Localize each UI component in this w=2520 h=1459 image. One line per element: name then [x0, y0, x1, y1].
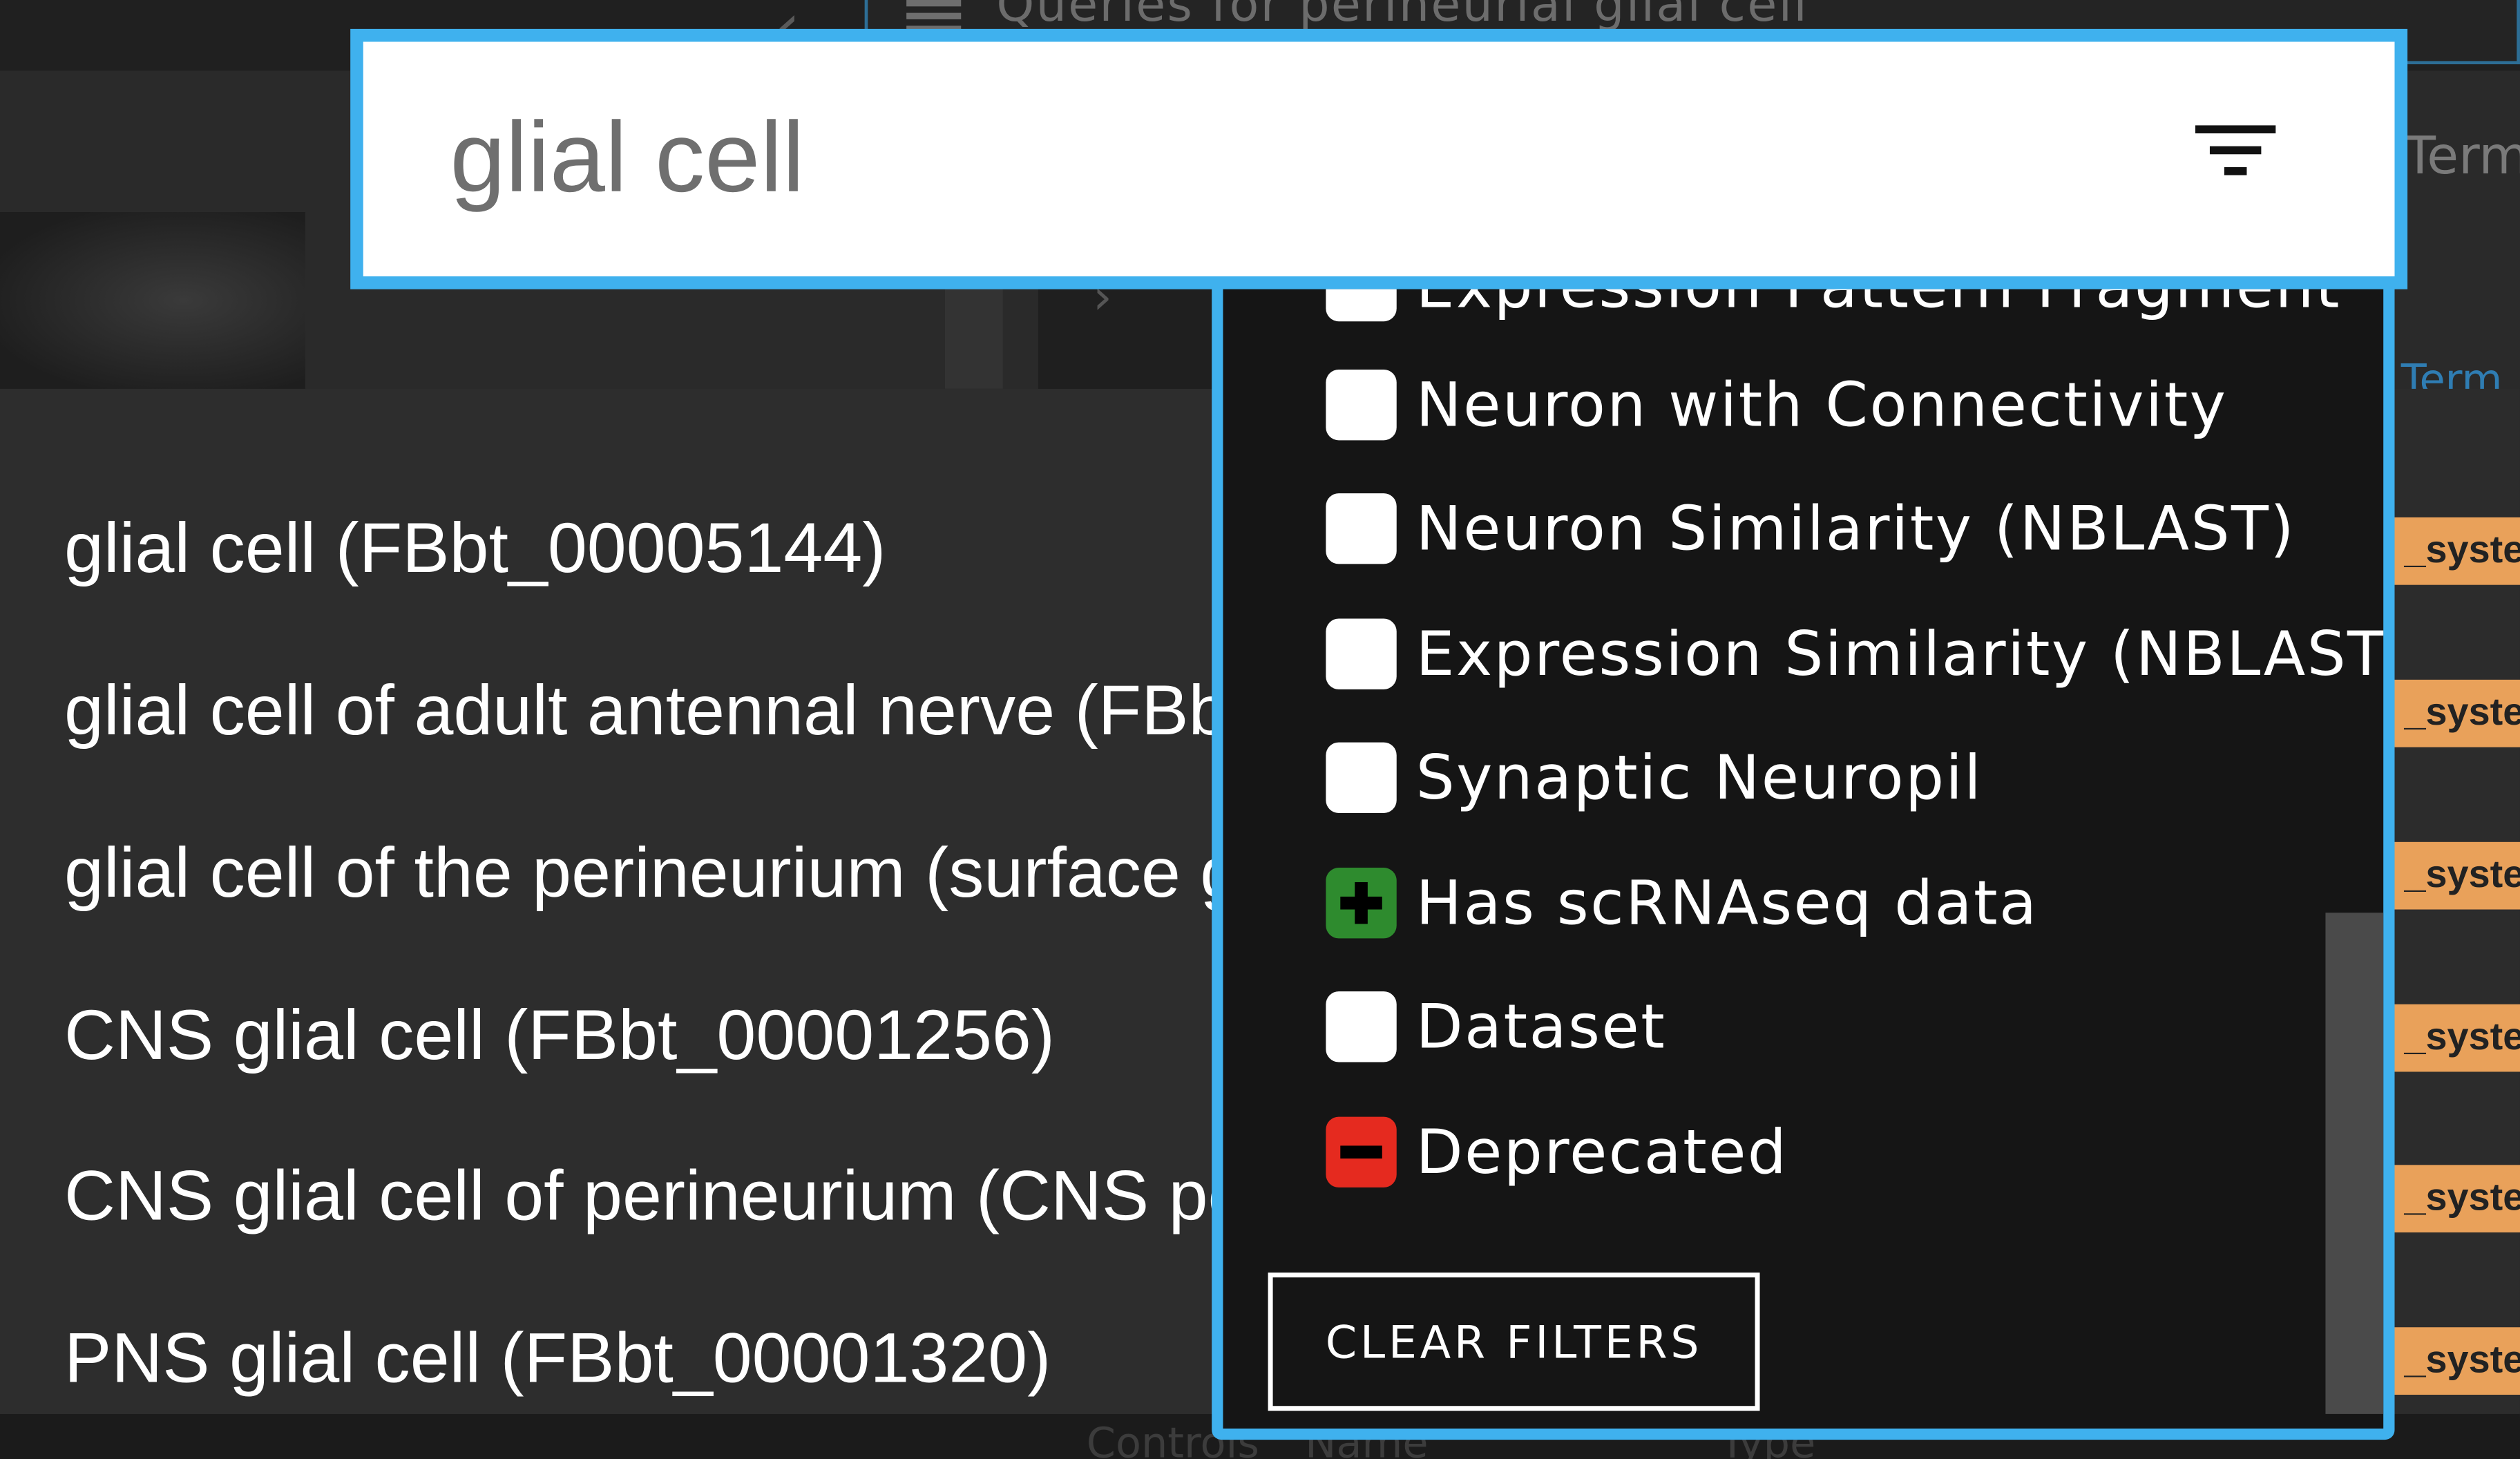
term-info-header: Term Info — [2404, 125, 2520, 187]
filter-option-label: Has scRNAseq data — [1415, 868, 2039, 939]
filter-option-label: Dataset — [1415, 991, 1667, 1062]
filter-option-expression-similarity[interactable]: Expression Similarity (NBLAST) — [1326, 618, 2383, 699]
filter-icon[interactable] — [2195, 125, 2292, 202]
search-field-container — [363, 41, 2395, 277]
status-badge: _system — [2394, 1165, 2520, 1233]
filter-dropdown: Expression Pattern Fragment Neuron with … — [1212, 283, 2395, 1440]
status-badge: _system — [2394, 841, 2520, 910]
filter-option-label: Expression Pattern Fragment — [1415, 283, 2341, 322]
list-item[interactable]: CNS glial cell (FBbt_00001256) — [64, 991, 1055, 1081]
filter-option-neuron-with-connectivity[interactable]: Neuron with Connectivity — [1326, 369, 2354, 450]
list-item[interactable]: glial cell of adult antennal nerve (FBbt… — [64, 667, 1221, 756]
plus-icon[interactable] — [1326, 868, 1397, 939]
filter-option-synaptic-neuropil[interactable]: Synaptic Neuropil — [1326, 742, 2354, 823]
checkbox[interactable] — [1326, 742, 1397, 813]
status-badge: _system — [2394, 1327, 2520, 1395]
search-box — [350, 28, 2408, 289]
filter-option-label: Neuron Similarity (NBLAST) — [1415, 493, 2296, 564]
checkbox[interactable] — [1326, 493, 1397, 564]
clear-filters-button[interactable]: CLEAR FILTERS — [1268, 1272, 1760, 1411]
search-results-list: glial cell (FBbt_00005144) glial cell of… — [0, 388, 1222, 1414]
filter-option-dataset[interactable]: Dataset — [1326, 991, 2354, 1071]
status-badge: _system — [2394, 679, 2520, 747]
search-input[interactable] — [446, 77, 2054, 238]
status-badge: _system — [2394, 1004, 2520, 1072]
list-item[interactable]: glial cell (FBbt_00005144) — [64, 504, 886, 594]
filter-option-deprecated[interactable]: Deprecated — [1326, 1116, 2354, 1197]
list-item[interactable]: PNS glial cell (FBbt_00001320) — [64, 1315, 1051, 1404]
panel-divider — [944, 289, 1003, 389]
minus-icon[interactable] — [1326, 1116, 1397, 1188]
filter-option-expression-pattern-fragment[interactable]: Expression Pattern Fragment — [1326, 283, 2354, 331]
filter-option-label: Neuron with Connectivity — [1415, 369, 2228, 441]
panel-header — [1038, 289, 1232, 389]
checkbox[interactable] — [1326, 618, 1397, 689]
filter-option-label: Deprecated — [1415, 1116, 1788, 1188]
app-stage: ‹ Queries for perineurial glial cell › T… — [0, 0, 2520, 1459]
thumbnail-image — [0, 212, 306, 389]
filter-option-label: Synaptic Neuropil — [1415, 742, 1983, 813]
filter-option-neuron-similarity[interactable]: Neuron Similarity (NBLAST) — [1326, 493, 2354, 573]
list-item[interactable]: CNS glial cell of perineurium (CNS perin… — [64, 1152, 1221, 1242]
filter-option-label: Expression Similarity (NBLAST) — [1415, 618, 2395, 689]
list-item[interactable]: glial cell of the perineurium (surface g… — [64, 829, 1221, 919]
filter-option-has-scrnaseq-data[interactable]: Has scRNAseq data — [1326, 868, 2354, 948]
checkbox[interactable] — [1326, 991, 1397, 1062]
checkbox[interactable] — [1326, 289, 1397, 322]
menu-icon[interactable] — [906, 0, 962, 32]
checkbox[interactable] — [1326, 369, 1397, 441]
status-badge: _system — [2394, 517, 2520, 585]
